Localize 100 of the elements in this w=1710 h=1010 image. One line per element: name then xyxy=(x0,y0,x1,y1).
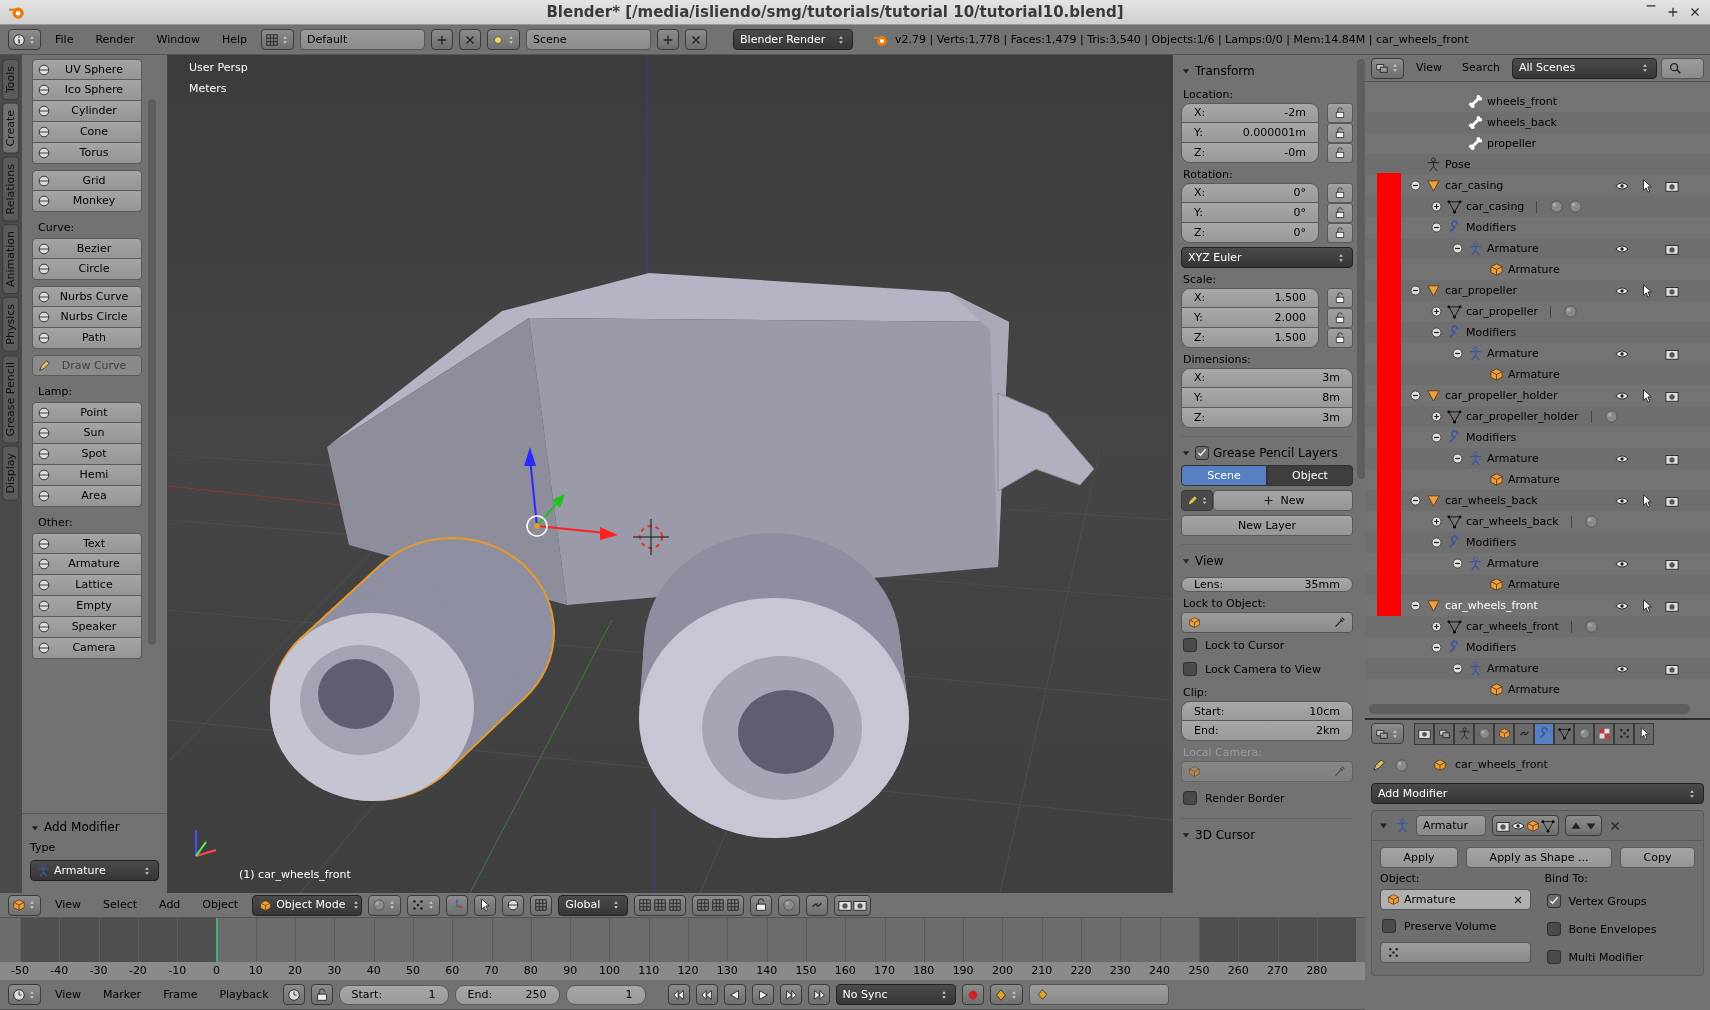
jump-end-button[interactable] xyxy=(807,984,830,1005)
checkbox[interactable] xyxy=(1546,950,1561,965)
tool-button[interactable]: Grid xyxy=(32,170,142,191)
tree-item[interactable]: car_wheels_front xyxy=(1466,619,1559,634)
lock-button[interactable] xyxy=(1327,288,1353,308)
add-button[interactable] xyxy=(657,29,680,50)
lock-button[interactable] xyxy=(1327,143,1353,163)
tool-button[interactable]: Torus xyxy=(32,143,142,164)
menu-item[interactable]: Render xyxy=(87,32,143,47)
tree-item[interactable]: Modifiers xyxy=(1466,640,1517,655)
tree-item[interactable]: Modifiers xyxy=(1466,220,1517,235)
expand-icon[interactable] xyxy=(1430,515,1443,528)
tree-item[interactable]: Armature xyxy=(1487,241,1539,256)
lock-button[interactable] xyxy=(1327,308,1353,328)
tool-button[interactable]: Circle xyxy=(32,259,142,280)
number-field[interactable]: Y: 0° xyxy=(1181,203,1319,223)
layout-field[interactable]: Default xyxy=(300,29,426,50)
properties-tab[interactable] xyxy=(1494,722,1514,745)
collapse-icon[interactable] xyxy=(1451,242,1464,255)
tool-button[interactable]: Point xyxy=(32,402,142,423)
sync-dropdown[interactable]: No Sync xyxy=(835,984,956,1005)
collapse-icon[interactable] xyxy=(1409,389,1422,402)
add-button[interactable] xyxy=(431,29,454,50)
tree-item[interactable]: car_propeller xyxy=(1466,304,1538,319)
checkbox[interactable] xyxy=(1183,638,1197,653)
preview-range-button[interactable] xyxy=(282,984,305,1005)
object-field[interactable] xyxy=(1181,612,1353,634)
tree-item[interactable]: Armature xyxy=(1508,682,1560,697)
tree-item[interactable]: propeller xyxy=(1487,136,1537,151)
expand-icon[interactable] xyxy=(1430,305,1443,318)
menu-item[interactable]: View xyxy=(47,987,90,1002)
number-field[interactable]: Lens: 35mm xyxy=(1181,577,1353,593)
tree-item[interactable]: wheels_front xyxy=(1487,94,1557,109)
tool-button[interactable]: UV Sphere xyxy=(32,59,142,80)
record-button[interactable] xyxy=(961,984,984,1005)
editor-type-button[interactable] xyxy=(8,29,41,50)
tree-item[interactable]: Armature xyxy=(1508,577,1560,592)
expand-icon[interactable] xyxy=(1430,410,1443,423)
collapse-icon[interactable] xyxy=(1451,347,1464,360)
type-dropdown[interactable]: Armature xyxy=(30,860,159,881)
menu-item[interactable]: Search xyxy=(1454,61,1508,75)
next-key-button[interactable] xyxy=(779,984,802,1005)
tool-button[interactable]: Bezier xyxy=(32,238,142,259)
current-frame-field[interactable]: 1 xyxy=(565,984,646,1005)
play-button[interactable] xyxy=(751,984,774,1005)
search-field[interactable] xyxy=(1660,57,1704,79)
tree-item[interactable]: Armature xyxy=(1487,451,1539,466)
number-field[interactable]: X: -2m xyxy=(1181,103,1319,123)
tool-button[interactable]: Armature xyxy=(32,554,142,575)
pivot-button[interactable] xyxy=(407,894,441,916)
lock-button[interactable] xyxy=(310,984,333,1005)
tool-button[interactable]: Ico Sphere xyxy=(32,80,142,101)
tool-button[interactable]: Hemi xyxy=(32,465,142,486)
menu-item[interactable]: Help xyxy=(213,32,256,47)
manipulator-button[interactable] xyxy=(446,894,469,916)
editor-type-button[interactable] xyxy=(1371,57,1404,79)
number-field[interactable]: Y: 0.000001m xyxy=(1181,123,1319,143)
menu-item[interactable]: File xyxy=(47,32,82,47)
number-field[interactable]: Z: 0° xyxy=(1181,223,1319,243)
move-buttons[interactable] xyxy=(1565,815,1602,836)
lock-button[interactable] xyxy=(750,894,773,916)
mode-dropdown[interactable]: Object Mode xyxy=(252,894,363,916)
number-field[interactable]: Z: 3m xyxy=(1181,408,1353,428)
scrollbar[interactable] xyxy=(1357,59,1365,479)
scale-button[interactable] xyxy=(530,894,553,916)
collapse-icon[interactable] xyxy=(1409,599,1422,612)
snap-button[interactable] xyxy=(806,894,829,916)
shading-button[interactable] xyxy=(368,894,402,916)
collapse-icon[interactable] xyxy=(1430,536,1443,549)
tree-item[interactable]: car_propeller xyxy=(1445,283,1517,298)
properties-tab[interactable] xyxy=(1414,722,1434,745)
tool-button[interactable]: Path xyxy=(32,328,142,349)
lock-button[interactable] xyxy=(1327,103,1353,123)
tree-item[interactable]: car_wheels_back xyxy=(1466,514,1559,529)
frame-ruler[interactable]: -50 -40 -30 -20 -10 0 10 20 30 40 50 60 70 80 90 100 110 120 130 140 150 160 170 180 190 200 210 220 230 240 250 260 270 280 xyxy=(0,962,1365,980)
segment-button[interactable]: Scene xyxy=(1181,465,1267,486)
tree-item[interactable]: car_wheels_back xyxy=(1445,493,1538,508)
layer-grid[interactable] xyxy=(634,894,687,916)
display-mode-dropdown[interactable]: All Scenes xyxy=(1511,57,1657,79)
tool-button[interactable]: Spot xyxy=(32,444,142,465)
add-modifier-dropdown[interactable]: Add Modifier xyxy=(1371,783,1704,804)
object-field[interactable]: Armature xyxy=(1380,889,1531,911)
tool-button[interactable]: Cone xyxy=(32,122,142,143)
editor-type-button[interactable] xyxy=(8,984,41,1005)
tree-item[interactable]: Armature xyxy=(1508,367,1560,382)
collapse-icon[interactable] xyxy=(1430,326,1443,339)
collapse-icon[interactable] xyxy=(1430,221,1443,234)
tool-button[interactable]: Lattice xyxy=(32,575,142,596)
action-button[interactable]: Copy xyxy=(1620,847,1695,868)
orientation-dropdown[interactable]: Global xyxy=(558,894,629,916)
pencil-button[interactable] xyxy=(1181,490,1213,511)
rotation-mode-dropdown[interactable]: XYZ Euler xyxy=(1181,247,1353,268)
render-engine-dropdown[interactable]: Blender Render xyxy=(733,29,854,50)
lock-button[interactable] xyxy=(1327,203,1353,223)
collapse-icon[interactable] xyxy=(1451,452,1464,465)
tool-button[interactable]: Empty xyxy=(32,596,142,617)
close-button[interactable] xyxy=(685,29,708,50)
tree-item[interactable]: Modifiers xyxy=(1466,430,1517,445)
properties-tab[interactable] xyxy=(1634,722,1654,745)
lock-button[interactable] xyxy=(1327,328,1353,348)
